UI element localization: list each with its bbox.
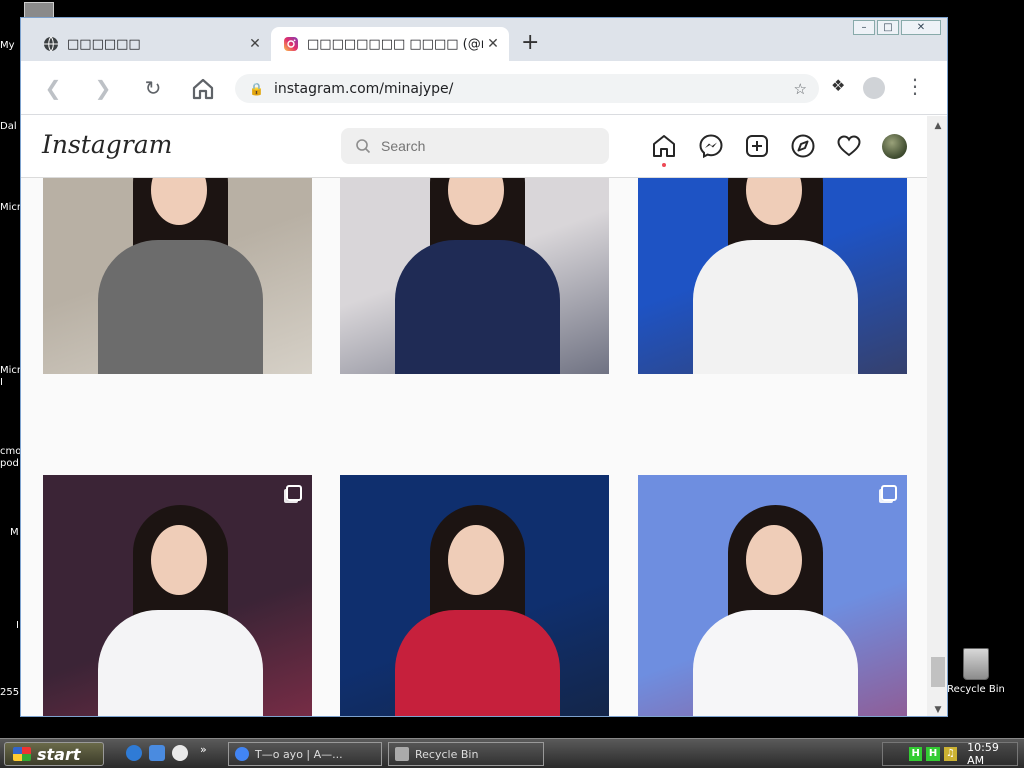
desktop-label[interactable]: pod bbox=[0, 458, 19, 469]
reload-button[interactable]: ↻ bbox=[139, 74, 167, 102]
back-button[interactable]: ❮ bbox=[39, 74, 67, 102]
explore-icon[interactable] bbox=[790, 133, 816, 159]
browser-window: – □ ✕ □□□□□□ ✕ □□□□□□□□ □□□□ (@minajype … bbox=[20, 17, 948, 717]
start-button[interactable]: start bbox=[4, 742, 104, 766]
extensions-puzzle-icon[interactable]: ❖ bbox=[831, 76, 845, 95]
desktop-label[interactable]: cmo bbox=[0, 446, 21, 457]
search-icon bbox=[356, 139, 371, 154]
search-input[interactable] bbox=[381, 138, 581, 154]
start-label: start bbox=[37, 744, 81, 764]
close-window-button[interactable]: ✕ bbox=[901, 20, 941, 35]
tray-h-icon[interactable]: H bbox=[926, 747, 940, 761]
recycle-bin-icon bbox=[963, 648, 989, 680]
tray-h-icon[interactable]: H bbox=[909, 747, 923, 761]
post-thumbnail[interactable] bbox=[43, 475, 312, 716]
home-icon[interactable] bbox=[651, 133, 677, 159]
tab-inactive[interactable]: □□□□□□ ✕ bbox=[31, 27, 271, 61]
desktop-label[interactable]: I bbox=[0, 377, 3, 388]
browser-toolbar: ❮ ❯ ↻ 🔒 instagram.com/minajype/ ☆ ❖ ⋮ bbox=[21, 61, 947, 115]
activity-heart-icon[interactable] bbox=[836, 133, 862, 159]
post-grid bbox=[21, 116, 927, 716]
photo-subject-body bbox=[693, 240, 858, 374]
home-button[interactable] bbox=[191, 78, 215, 100]
task-label: Recycle Bin bbox=[415, 747, 479, 761]
desktop-label[interactable]: Micr bbox=[0, 365, 21, 376]
outlook-icon[interactable] bbox=[149, 745, 165, 761]
instagram-logo[interactable]: Instagram bbox=[42, 130, 172, 159]
new-tab-button[interactable]: + bbox=[521, 32, 539, 54]
maximize-button[interactable]: □ bbox=[877, 20, 899, 35]
page-scrollbar[interactable]: ▲ ▼ bbox=[927, 116, 947, 716]
scroll-down-arrow[interactable]: ▼ bbox=[927, 702, 947, 716]
post-thumbnail[interactable] bbox=[638, 475, 907, 716]
windows-flag-icon bbox=[13, 747, 31, 761]
desktop-label[interactable]: Dal bbox=[0, 121, 17, 132]
photo-subject-face bbox=[151, 525, 207, 595]
kebab-menu-icon[interactable]: ⋮ bbox=[905, 74, 925, 98]
profile-avatar[interactable] bbox=[882, 134, 907, 159]
recycle-bin-small-icon bbox=[395, 747, 409, 761]
photo-subject-body bbox=[395, 240, 560, 374]
desktop-label[interactable]: I bbox=[16, 620, 19, 631]
notification-dot bbox=[662, 163, 666, 167]
desktop-label[interactable]: Micr bbox=[0, 202, 21, 213]
tab-close-icon[interactable]: ✕ bbox=[483, 36, 503, 52]
desktop-label[interactable]: M bbox=[10, 527, 19, 538]
tab-strip: – □ ✕ □□□□□□ ✕ □□□□□□□□ □□□□ (@minajype … bbox=[21, 18, 947, 61]
multiple-photos-icon bbox=[881, 485, 897, 501]
minimize-button[interactable]: – bbox=[853, 20, 875, 35]
quicklaunch-overflow-icon[interactable]: » bbox=[200, 743, 207, 756]
profile-icon[interactable] bbox=[863, 77, 885, 99]
tab-title: □□□□□□□□ □□□□ (@minajype bbox=[307, 36, 483, 52]
tab-close-icon[interactable]: ✕ bbox=[245, 36, 265, 52]
photo-subject-face bbox=[746, 525, 802, 595]
tab-title: □□□□□□ bbox=[67, 36, 141, 52]
scroll-up-arrow[interactable]: ▲ bbox=[927, 118, 947, 134]
desktop-label[interactable]: 255 bbox=[0, 687, 19, 698]
taskbar: start » Т—о ауо | А—... Recycle Bin H H … bbox=[0, 738, 1024, 768]
photo-subject-body bbox=[395, 610, 560, 716]
system-tray: H H ♫ 10:59 AM bbox=[882, 741, 1018, 767]
photo-subject-body bbox=[98, 240, 263, 374]
post-thumbnail[interactable] bbox=[340, 475, 609, 716]
address-bar[interactable]: 🔒 instagram.com/minajype/ ☆ bbox=[235, 74, 819, 103]
ie-icon[interactable] bbox=[126, 745, 142, 761]
tray-volume-icon[interactable]: ♫ bbox=[943, 747, 958, 761]
page-viewport: Instagram bbox=[21, 116, 927, 716]
photo-subject-body bbox=[693, 610, 858, 716]
recycle-bin-label: Recycle Bin bbox=[947, 684, 1005, 695]
taskbar-item-recycle-bin[interactable]: Recycle Bin bbox=[388, 742, 544, 766]
photo-subject-face bbox=[448, 525, 504, 595]
search-box[interactable] bbox=[341, 128, 609, 164]
bookmark-star-icon[interactable]: ☆ bbox=[794, 80, 807, 98]
scroll-thumb[interactable] bbox=[931, 657, 945, 687]
tab-active-instagram[interactable]: □□□□□□□□ □□□□ (@minajype ✕ bbox=[271, 27, 509, 61]
desktop-label[interactable]: My bbox=[0, 40, 15, 51]
media-player-icon[interactable] bbox=[172, 745, 188, 761]
taskbar-item-browser[interactable]: Т—о ауо | А—... bbox=[228, 742, 382, 766]
globe-icon bbox=[44, 36, 58, 52]
messenger-icon[interactable] bbox=[698, 133, 724, 159]
clock[interactable]: 10:59 AM bbox=[967, 741, 1017, 767]
multiple-photos-icon bbox=[286, 485, 302, 501]
photo-subject-body bbox=[98, 610, 263, 716]
browser-app-icon bbox=[235, 747, 249, 761]
url-text[interactable]: instagram.com/minajype/ bbox=[274, 81, 794, 97]
instagram-header: Instagram bbox=[21, 116, 927, 178]
instagram-favicon-icon bbox=[284, 37, 298, 51]
forward-button[interactable]: ❯ bbox=[89, 74, 117, 102]
desktop-recycle-bin[interactable]: Recycle Bin bbox=[946, 648, 1006, 695]
new-post-icon[interactable] bbox=[744, 133, 770, 159]
task-label: Т—о ауо | А—... bbox=[255, 747, 343, 761]
lock-icon[interactable]: 🔒 bbox=[249, 82, 264, 96]
